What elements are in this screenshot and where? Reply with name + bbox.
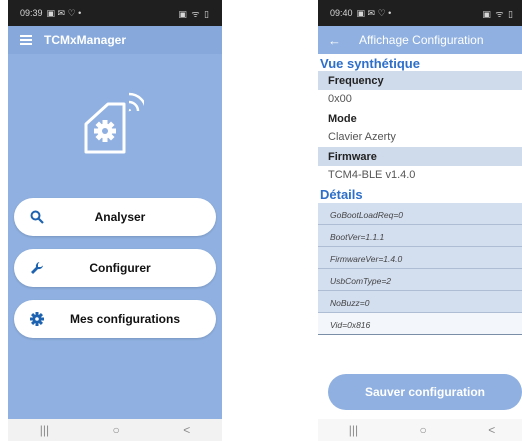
vue-synthetique-heading: Vue synthétique: [320, 56, 420, 71]
app-bar: TCMxManager: [8, 26, 222, 54]
analyser-label: Analyser: [94, 210, 146, 224]
home-button[interactable]: ○: [420, 423, 427, 437]
android-nav-bar: ||| ○ <: [8, 419, 222, 441]
wrench-icon: [31, 262, 43, 274]
gear-icon: [30, 312, 44, 326]
status-system-icons: ▣ ᯤ ▯: [178, 8, 210, 19]
configuration-display-screen: 09:40 ▣ ✉ ♡ • ▣ ᯤ ▯ ← Affichage Configur…: [318, 0, 522, 441]
android-nav-bar: ||| ○ <: [318, 419, 522, 441]
status-system-icons: ▣ ᯤ ▯: [482, 8, 514, 19]
recents-button[interactable]: |||: [40, 423, 49, 437]
detail-row: NoBuzz=0: [318, 291, 522, 313]
mode-value: Clavier Azerty: [318, 128, 522, 147]
details-heading: Détails: [320, 187, 363, 202]
back-button[interactable]: <: [488, 423, 495, 437]
status-time: 09:40: [330, 8, 353, 18]
menu-icon[interactable]: [20, 33, 32, 47]
detail-row: UsbComType=2: [318, 269, 522, 291]
frequency-label: Frequency: [318, 71, 522, 90]
back-button[interactable]: <: [183, 423, 190, 437]
search-icon: [30, 210, 44, 224]
app-title: TCMxManager: [44, 33, 127, 47]
screen-title: Affichage Configuration: [359, 33, 484, 47]
frequency-value: 0x00: [318, 90, 522, 109]
back-arrow-icon[interactable]: ←: [328, 33, 341, 48]
home-button[interactable]: ○: [113, 423, 120, 437]
configurer-label: Configurer: [89, 261, 151, 275]
mode-label: Mode: [318, 109, 522, 128]
status-time: 09:39: [20, 8, 43, 18]
status-notification-icons: ▣ ✉ ♡ •: [356, 7, 392, 18]
status-bar: 09:40 ▣ ✉ ♡ • ▣ ᯤ ▯: [318, 0, 522, 26]
device-settings-logo-icon: [84, 92, 144, 154]
detail-row: GoBootLoadReq=0: [318, 203, 522, 225]
recents-button[interactable]: |||: [349, 423, 358, 437]
firmware-label: Firmware: [318, 147, 522, 166]
detail-row: Vid=0x816: [318, 313, 522, 335]
detail-row: FirmwareVer=1.4.0: [318, 247, 522, 269]
app-bar: ← Affichage Configuration: [318, 26, 522, 54]
status-bar: 09:39 ▣ ✉ ♡ • ▣ ᯤ ▯: [8, 0, 222, 26]
detail-row: BootVer=1.1.1: [318, 225, 522, 247]
mes-configurations-label: Mes configurations: [70, 312, 181, 326]
analyser-button[interactable]: Analyser: [14, 198, 216, 236]
save-configuration-button[interactable]: Sauver configuration: [328, 374, 522, 410]
status-notification-icons: ▣ ✉ ♡ •: [46, 7, 82, 18]
main-menu-screen: 09:39 ▣ ✉ ♡ • ▣ ᯤ ▯ TCMxManager Analyser…: [8, 0, 222, 441]
mes-configurations-button[interactable]: Mes configurations: [14, 300, 216, 338]
configurer-button[interactable]: Configurer: [14, 249, 216, 287]
firmware-value: TCM4-BLE v1.4.0: [318, 166, 522, 185]
